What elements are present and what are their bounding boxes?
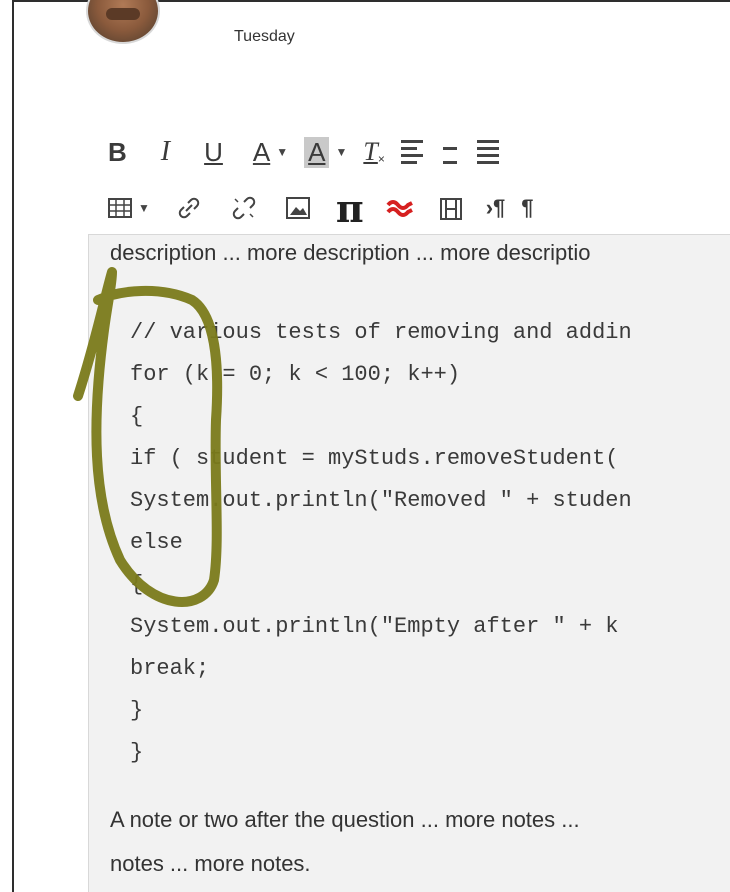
avatar-face [106,8,140,20]
align-right-icon [476,140,499,164]
note-line: A note or two after the question ... mor… [110,807,580,832]
code-line: if ( student = myStuds.removeStudent( [130,446,619,471]
background-color-icon: A [304,136,330,168]
ltr-button[interactable]: ›¶ [486,190,506,226]
code-line: System.out.println("Empty after " + k [130,614,619,639]
math-icon: π [335,185,364,231]
unlink-icon [232,196,256,220]
rtl-button[interactable]: ¶ [521,190,533,226]
question-description: description ... more description ... mor… [110,240,591,265]
code-line: { [130,572,144,597]
table-icon [108,198,132,218]
toolbar-row-2: ▼ π ›¶ ¶ [108,186,550,231]
note-line: notes ... more notes. [110,851,311,876]
underline-icon: U [204,136,223,167]
clear-x-icon: × [377,152,385,166]
underline-button[interactable]: U [204,134,223,170]
code-line: System.out.println("Removed " + studen [130,488,632,513]
code-line: } [130,740,144,765]
chevron-down-icon: ▼ [335,145,348,159]
chevron-down-icon: ▼ [276,145,289,159]
code-line: { [130,404,144,429]
red-wave-icon [386,200,413,217]
align-left-icon [400,140,423,164]
code-line: break; [130,656,210,681]
code-line: } [130,698,144,723]
clear-format-icon: T [363,137,378,166]
align-left-button[interactable] [400,134,423,170]
italic-icon: I [160,136,171,167]
math-button[interactable]: π [336,186,364,231]
avatar[interactable] [86,0,160,44]
code-line: for (k = 0; k < 100; k++) [130,362,461,387]
bold-icon: B [108,136,127,167]
app-frame: Tuesday B I U A ▼ A ▼ T × ▼ π ›¶ ¶ descr… [0,0,730,892]
link-icon [178,197,200,219]
link-button[interactable] [176,190,202,226]
image-icon [285,197,310,219]
align-center-button[interactable] [439,134,461,170]
bold-button[interactable]: B [108,134,127,170]
align-center-icon [439,140,461,164]
clear-format-button[interactable]: T × [363,134,384,170]
film-icon [439,198,462,220]
paragraph-icon: ¶ [521,195,534,220]
toolbar-row-1: B I U A ▼ A ▼ T × [108,132,515,172]
chemistry-button[interactable] [386,190,414,226]
image-button[interactable] [285,190,310,226]
media-button[interactable] [439,190,462,226]
code-line: // various tests of removing and addin [130,320,632,345]
text-color-button[interactable]: A ▼ [253,134,288,170]
post-date: Tuesday [234,28,295,45]
background-color-button[interactable]: A ▼ [304,134,347,170]
unlink-button[interactable] [230,190,258,226]
ltr-icon: ›¶ [485,195,506,220]
align-right-button[interactable] [476,134,499,170]
frame-border [12,0,14,892]
code-line: else [130,530,183,555]
question-note: A note or two after the question ... mor… [110,798,580,886]
code-block: // various tests of removing and addin f… [130,312,632,774]
italic-button[interactable]: I [161,134,170,170]
table-button[interactable]: ▼ [108,190,150,226]
text-color-icon: A [252,136,271,167]
chevron-down-icon: ▼ [138,201,150,215]
